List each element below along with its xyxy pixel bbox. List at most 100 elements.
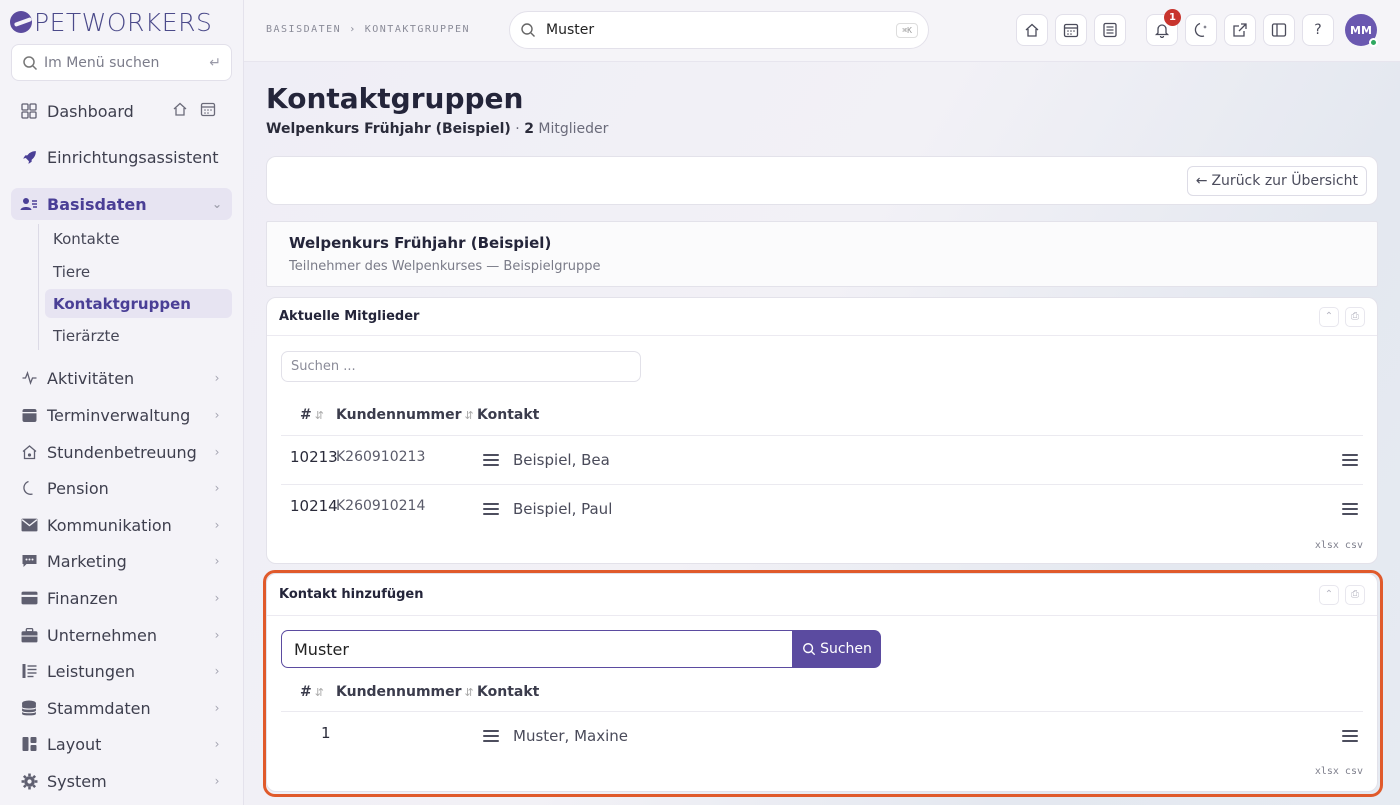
sidebar-item-pension[interactable]: Pension › — [11, 472, 232, 504]
notification-badge: 1 — [1164, 9, 1181, 26]
row-kundennummer: K260910214 — [336, 498, 426, 514]
chevron-right-icon: › — [214, 737, 220, 751]
sidebar-item-label: Terminverwaltung — [47, 405, 191, 425]
sidebar-subitem-kontakte[interactable]: Kontakte — [45, 224, 232, 253]
col-header-label: Kontakt — [477, 684, 540, 700]
row-kontakt[interactable]: Beispiel, Paul — [513, 500, 612, 518]
row-divider — [281, 484, 1363, 485]
print-button[interactable]: ⎙ — [1345, 584, 1365, 605]
sidebar-subitem-kontaktgruppen[interactable]: Kontaktgruppen — [45, 289, 232, 318]
logo-text: PETWORKERS — [34, 7, 213, 37]
back-to-overview-button[interactable]: ← Zurück zur Übersicht — [1186, 166, 1367, 196]
home-button[interactable] — [1016, 14, 1048, 46]
open-external-button[interactable] — [1224, 14, 1256, 46]
row-actions-icon[interactable] — [1342, 503, 1358, 515]
notifications-button[interactable]: 1 — [1146, 9, 1181, 46]
sidebar-item-stundenbetreuung[interactable]: Stundenbetreuung › — [11, 436, 232, 468]
row-actions-icon[interactable] — [1342, 454, 1358, 466]
export-links[interactable]: xlsx csv — [1315, 540, 1363, 551]
sidebar-item-terminverwaltung[interactable]: Terminverwaltung › — [11, 399, 232, 431]
collapse-button[interactable]: ⌃ — [1319, 306, 1339, 327]
col-header-id[interactable]: # ⇵ — [300, 684, 324, 700]
chevron-right-icon: › — [214, 371, 220, 385]
members-search-input[interactable] — [281, 351, 641, 382]
dashboard-shortcuts — [172, 101, 216, 117]
sidebar-subitem-tiere[interactable]: Tiere — [45, 257, 232, 286]
chevron-right-icon: › — [214, 481, 220, 495]
row-actions-icon[interactable] — [1342, 730, 1358, 742]
pulse-icon — [19, 368, 39, 388]
notes-button[interactable] — [1094, 14, 1126, 46]
col-header-kundennummer[interactable]: Kundennummer ⇵ — [336, 684, 474, 700]
search-button-label: Suchen — [820, 641, 872, 657]
sidebar-item-einrichtungsassistent[interactable]: Einrichtungsassistent — [11, 141, 232, 173]
print-button[interactable]: ⎙ — [1345, 306, 1365, 327]
menu-search[interactable]: Im Menü suchen ↵ — [11, 44, 232, 81]
collapse-button[interactable]: ⌃ — [1319, 584, 1339, 605]
sidebar-item-label: Layout — [47, 734, 102, 754]
sidebar-item-label: Stundenbetreuung — [47, 442, 197, 462]
rocket-icon — [19, 147, 39, 167]
breadcrumb-separator: › — [349, 24, 357, 35]
group-name: Welpenkurs Frühjahr (Beispiel) — [266, 121, 511, 137]
add-contact-panel: Kontakt hinzufügen ⌃ ⎙ Suchen #⇵ Kundenn… — [266, 573, 1378, 792]
col-header-kontakt: Kontakt — [477, 684, 539, 700]
header-divider — [281, 435, 1363, 436]
help-icon: ? — [1314, 22, 1322, 38]
sidebar-item-label: Pension — [47, 478, 109, 498]
global-search[interactable]: ⌘K — [509, 11, 929, 49]
group-info-card: Welpenkurs Frühjahr (Beispiel) Teilnehme… — [266, 221, 1378, 287]
sidebar-item-unternehmen[interactable]: Unternehmen › — [11, 619, 232, 651]
sort-icon: ⇵ — [464, 685, 474, 699]
search-button[interactable]: Suchen — [793, 630, 881, 668]
contacts-icon — [19, 194, 39, 214]
user-avatar[interactable]: MM — [1345, 14, 1378, 47]
petworkers-logo[interactable]: PETWORKERS — [10, 6, 212, 38]
sidebar-item-label: Finanzen — [47, 588, 118, 608]
topbar: BASISDATEN › KONTAKTGRUPPEN ⌘K 1 ? MM — [244, 0, 1400, 62]
col-header-label: Kundennummer — [336, 407, 462, 423]
sidebar-item-basisdaten[interactable]: Basisdaten ⌄ — [11, 188, 232, 220]
subtitle-separator: · — [515, 121, 520, 137]
add-contact-search-input[interactable] — [281, 630, 793, 668]
chevron-right-icon: › — [214, 518, 220, 532]
current-members-panel: Aktuelle Mitglieder ⌃ ⎙ #⇵ Kundennummer⇵… — [266, 297, 1378, 564]
global-search-input[interactable] — [546, 22, 897, 38]
theme-toggle-button[interactable] — [1185, 14, 1217, 46]
breadcrumb-basisdaten[interactable]: BASISDATEN — [266, 24, 341, 35]
row-kontakt[interactable]: Muster, Maxine — [513, 727, 628, 745]
calendar-button[interactable] — [1055, 14, 1087, 46]
sidebar-item-system[interactable]: System › — [11, 765, 232, 797]
gear-icon — [19, 771, 39, 791]
sort-icon: ⇵ — [464, 408, 474, 422]
export-links[interactable]: xlsx csv — [1315, 766, 1363, 777]
sidebar-toggle-button[interactable] — [1263, 14, 1295, 46]
external-link-icon — [1233, 23, 1247, 37]
chevron-right-icon: › — [214, 701, 220, 715]
calendar-icon — [19, 405, 39, 425]
sidebar-item-aktivitaeten[interactable]: Aktivitäten › — [11, 362, 232, 394]
sidebar-item-stammdaten[interactable]: Stammdaten › — [11, 692, 232, 724]
avatar-initials: MM — [1350, 23, 1372, 37]
col-header-kontakt: Kontakt — [477, 407, 539, 423]
sidebar-item-kommunikation[interactable]: Kommunikation › — [11, 509, 232, 541]
grid-icon — [19, 101, 39, 121]
sidebar-item-leistungen[interactable]: Leistungen › — [11, 655, 232, 687]
col-header-label: # — [300, 407, 312, 423]
col-header-id[interactable]: # ⇵ — [300, 407, 324, 423]
moon-stars-icon — [1194, 22, 1207, 37]
calendar-icon[interactable] — [200, 101, 216, 117]
col-header-kundennummer[interactable]: Kundennummer ⇵ — [336, 407, 474, 423]
sidebar-subitem-tieraerzte[interactable]: Tierärzte — [45, 321, 232, 350]
sidebar-item-marketing[interactable]: Marketing › — [11, 545, 232, 577]
home-icon[interactable] — [172, 101, 188, 117]
sidebar-item-finanzen[interactable]: Finanzen › — [11, 582, 232, 614]
row-menu-icon[interactable] — [483, 454, 499, 466]
row-kontakt[interactable]: Beispiel, Bea — [513, 451, 610, 469]
row-menu-icon[interactable] — [483, 730, 499, 742]
sidebar-item-layout[interactable]: Layout › — [11, 728, 232, 760]
row-menu-icon[interactable] — [483, 503, 499, 515]
sidebar-panel-icon — [1271, 23, 1287, 37]
home-icon — [1025, 23, 1039, 37]
help-button[interactable]: ? — [1302, 14, 1334, 46]
